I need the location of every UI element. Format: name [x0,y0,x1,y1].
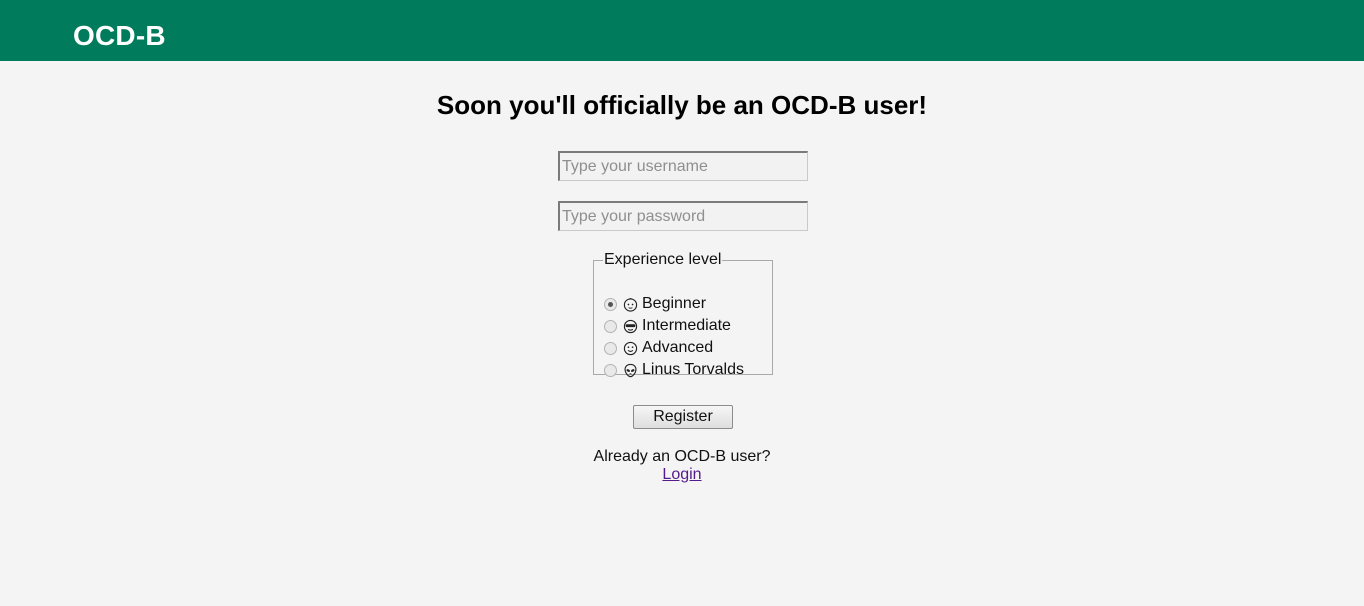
register-button[interactable]: Register [633,405,733,429]
baby-face-icon [623,297,638,312]
smiling-face-icon [623,341,638,356]
intermediate-label: Intermediate [642,317,731,334]
experience-level-legend: Experience level [604,251,722,268]
experience-level-fieldset: Experience level Beginner Intermediate A… [593,251,773,378]
already-user-text: Already an OCD-B user? [593,448,771,465]
username-input[interactable] [558,151,808,181]
login-link-wrapper: Login [0,466,1364,484]
linus-torvalds-label: Linus Torvalds [642,361,744,378]
experience-option-linus-torvalds[interactable]: Linus Torvalds [604,359,744,381]
beginner-radio[interactable] [604,297,617,311]
top-navbar: OCD-B [0,0,1364,61]
password-input[interactable] [558,201,808,231]
linus-torvalds-radio[interactable] [604,363,617,377]
experience-option-intermediate[interactable]: Intermediate [604,315,731,337]
experience-option-advanced[interactable]: Advanced [604,337,713,359]
alien-face-icon [623,363,638,378]
page-title: Soon you'll officially be an OCD-B user! [436,90,928,120]
advanced-label: Advanced [642,339,714,356]
sunglasses-face-icon [623,319,638,334]
advanced-radio[interactable] [604,341,617,355]
login-link[interactable]: Login [662,466,701,483]
experience-option-beginner[interactable]: Beginner [604,293,706,315]
brand-logo-text[interactable]: OCD-B [73,19,166,53]
beginner-label: Beginner [642,295,707,312]
intermediate-radio[interactable] [604,319,617,333]
